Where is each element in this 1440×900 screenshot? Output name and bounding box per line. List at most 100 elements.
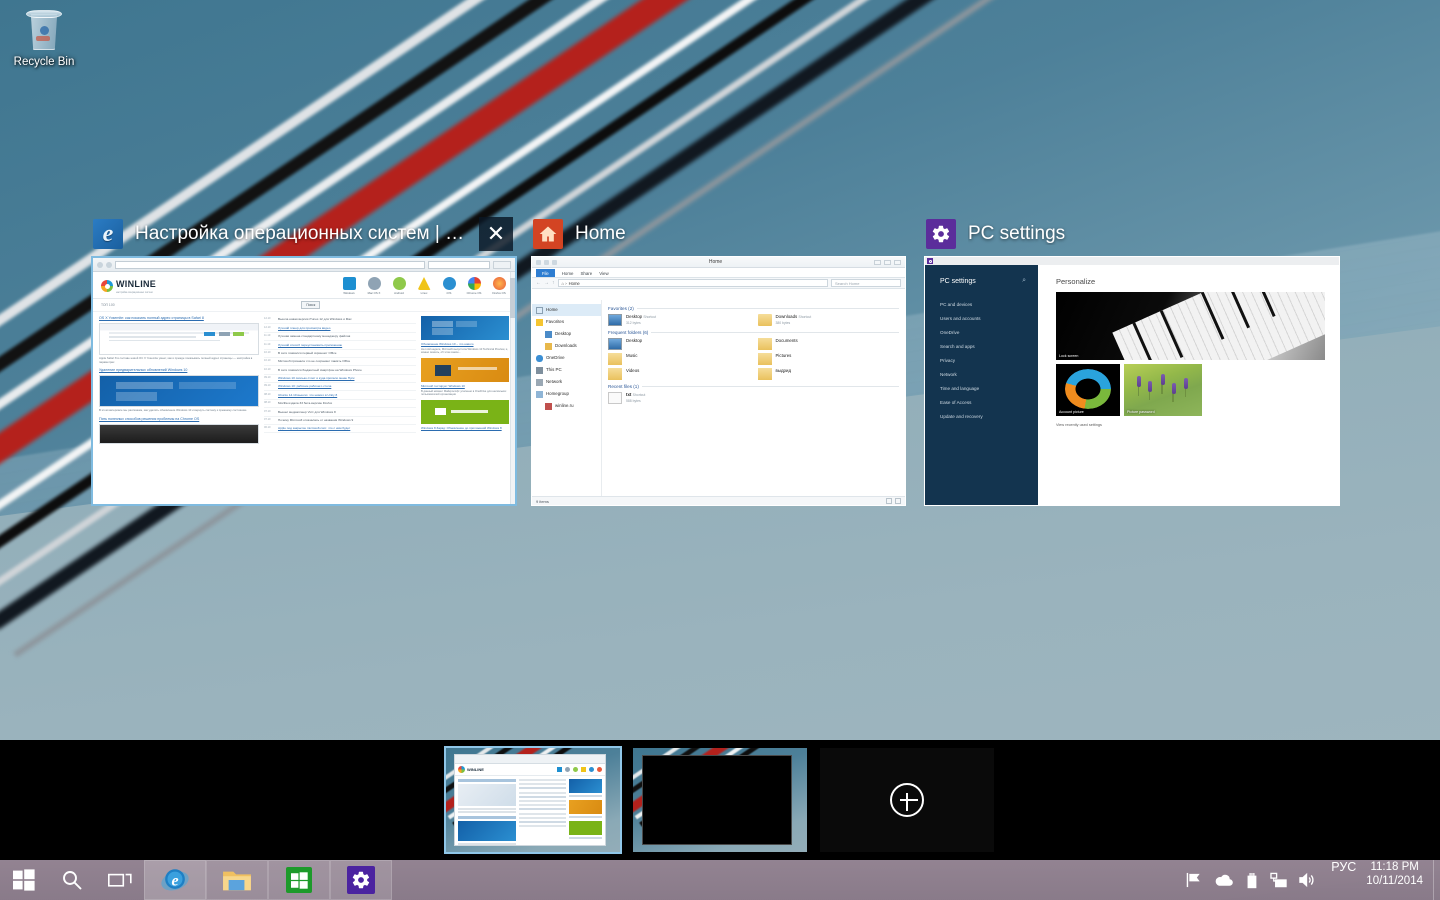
- ie-address-bar[interactable]: [115, 260, 425, 269]
- nav-item-winline[interactable]: winline.ru: [536, 400, 601, 412]
- news-item[interactable]: 10.10 Microsoft признала что не сохраняе…: [264, 358, 416, 367]
- language-indicator[interactable]: РУС: [1325, 860, 1362, 900]
- news-item[interactable]: 10.10 В сети появился первый скриншот Of…: [264, 350, 416, 358]
- os-nav-item[interactable]: iOS: [441, 277, 457, 295]
- sidebar-link[interactable]: Microsoft тестирует Windows 10: [421, 384, 509, 388]
- back-icon[interactable]: ←: [536, 280, 541, 286]
- article-title[interactable]: Пять полезных способов решения проблемы …: [99, 417, 259, 422]
- settings-item-search-and-apps[interactable]: Search and apps: [940, 340, 1038, 354]
- tile-account-picture[interactable]: Account picture: [1056, 364, 1120, 416]
- large-icons-view-icon[interactable]: [895, 498, 901, 504]
- news-item[interactable]: 12.10 Лучший плеер для просмотра видео: [264, 324, 416, 333]
- window-buttons[interactable]: [874, 259, 901, 265]
- settings-item-time-and-language[interactable]: Time and language: [940, 382, 1038, 396]
- taskbar-app-file-explorer[interactable]: [206, 860, 268, 900]
- search-icon[interactable]: ⌕: [1022, 277, 1026, 285]
- onedrive-cloud-icon[interactable]: [1214, 873, 1234, 887]
- quick-access-toolbar[interactable]: [536, 259, 557, 265]
- news-item[interactable]: 11.10 Лучшая замена стандартному менедже…: [264, 333, 416, 342]
- nav-item-onedrive[interactable]: OneDrive: [536, 352, 601, 364]
- file-item[interactable]: txt Shortcut 588 bytes: [608, 392, 750, 404]
- article-title[interactable]: Удаление предварительных обновлений Wind…: [99, 368, 259, 373]
- ie-window-thumbnail[interactable]: WINLINE настройка операционных систем Wi…: [91, 256, 517, 506]
- article-title[interactable]: OS X Yosemite: как показать полный адрес…: [99, 316, 259, 321]
- breadcrumb[interactable]: ⌂ › Home: [557, 279, 828, 287]
- task-view-card-file-explorer[interactable]: Home Home File Home Share View ← → ↑ ⌂ ›…: [531, 212, 906, 506]
- ie-search-bar[interactable]: [428, 260, 490, 269]
- news-item[interactable]: 12.10 Вышла новая версия iTunes 12 для W…: [264, 316, 416, 325]
- ribbon-tab-file[interactable]: File: [536, 269, 555, 277]
- news-item[interactable]: 11.10 Лучший способ переустановить прило…: [264, 341, 416, 350]
- virtual-desktop-2[interactable]: [633, 748, 807, 852]
- settings-item-privacy[interactable]: Privacy: [940, 354, 1038, 368]
- nav-item-homegroup[interactable]: Homegroup: [536, 388, 601, 400]
- search-button[interactable]: Поиск: [301, 301, 321, 309]
- nav-item-network[interactable]: Network: [536, 376, 601, 388]
- tile-picture-password[interactable]: Picture password: [1124, 364, 1202, 416]
- task-view-card-pc-settings[interactable]: PC settings PC settings ⌕ PC and devices…: [924, 212, 1340, 506]
- os-nav-item[interactable]: Mac OS X: [366, 277, 382, 295]
- os-nav-item[interactable]: Linux: [416, 277, 432, 295]
- nav-item-downloads[interactable]: Downloads: [536, 340, 601, 352]
- taskbar-app-internet-explorer[interactable]: e: [144, 860, 206, 900]
- close-button[interactable]: [894, 259, 901, 265]
- search-button[interactable]: [48, 860, 96, 900]
- settings-item-onedrive[interactable]: OneDrive: [940, 326, 1038, 340]
- task-view-button[interactable]: [96, 860, 144, 900]
- os-nav-item[interactable]: Android: [391, 277, 407, 295]
- news-item[interactable]: 06.10 Apple под закрытие microsoft.com: …: [264, 425, 416, 434]
- winline-logo[interactable]: WINLINE настройка операционных систем: [101, 279, 156, 294]
- task-view-card-internet-explorer[interactable]: e Настройка операционных систем | WINLIN…: [91, 212, 517, 506]
- ribbon-tab-home[interactable]: Home: [562, 271, 574, 278]
- file-item[interactable]: Documents: [757, 338, 900, 350]
- settings-item-users-and-accounts[interactable]: Users and accounts: [940, 312, 1038, 326]
- sidebar-link[interactable]: Обновление Windows 10 – что нового: [421, 342, 509, 346]
- file-item[interactable]: Desktop: [608, 338, 750, 350]
- os-nav-item[interactable]: Windows: [341, 277, 357, 295]
- network-icon[interactable]: [1270, 872, 1287, 888]
- add-virtual-desktop-button[interactable]: [820, 748, 994, 852]
- action-center-flag-icon[interactable]: [1186, 872, 1203, 888]
- up-icon[interactable]: ↑: [552, 280, 555, 286]
- maximize-button[interactable]: [884, 259, 891, 265]
- file-item[interactable]: выдрид: [757, 368, 900, 380]
- details-view-icon[interactable]: [886, 498, 892, 504]
- forward-icon[interactable]: →: [544, 280, 549, 286]
- file-item[interactable]: Desktop Shortcut 312 bytes: [608, 314, 750, 326]
- explorer-window-thumbnail[interactable]: Home File Home Share View ← → ↑ ⌂ › Home…: [531, 256, 906, 506]
- tile-lock-screen[interactable]: Lock screen: [1056, 292, 1325, 360]
- clock[interactable]: 11:18 PM 10/11/2014: [1362, 860, 1433, 900]
- os-nav-item[interactable]: Chrome OS: [466, 277, 482, 295]
- search-input[interactable]: Search Home: [831, 279, 901, 287]
- news-item[interactable]: 10.10 В сети появился бюджетный смартфон…: [264, 366, 416, 375]
- close-icon[interactable]: ✕: [479, 217, 513, 251]
- news-item[interactable]: 08.10 Mozilla издала 33 бета-версию Fire…: [264, 400, 416, 409]
- nav-item-this-pc[interactable]: This PC: [536, 364, 601, 376]
- recently-used-settings-link[interactable]: View recently used settings: [1056, 423, 1325, 427]
- os-nav-item[interactable]: Firefox OS: [491, 277, 507, 295]
- news-item[interactable]: 09.10 Windows 10 сколько стоит и куда пр…: [264, 375, 416, 383]
- nav-item-home[interactable]: Home: [532, 304, 601, 316]
- settings-item-pc-and-devices[interactable]: PC and devices: [940, 298, 1038, 312]
- volume-icon[interactable]: [1298, 872, 1316, 888]
- news-item[interactable]: 07.10 Почему Microsoft отказалась от наз…: [264, 417, 416, 425]
- battery-icon[interactable]: [1244, 872, 1259, 889]
- nav-item-favorites[interactable]: Favorites: [536, 316, 601, 328]
- news-item[interactable]: 08.10 Ubuntu 14.10 вышло: что нового в U…: [264, 391, 416, 400]
- file-item[interactable]: Videos: [608, 368, 750, 380]
- news-item[interactable]: 09.10 Windows 10: рабочие рабочего стола: [264, 383, 416, 392]
- settings-item-network[interactable]: Network: [940, 368, 1038, 382]
- pc-settings-window-thumbnail[interactable]: PC settings ⌕ PC and devices Users and a…: [924, 256, 1340, 506]
- taskbar-app-store[interactable]: [268, 860, 330, 900]
- minimize-button[interactable]: [874, 259, 881, 265]
- ie-scrollbar-thumb[interactable]: [510, 278, 515, 318]
- virtual-desktop-1[interactable]: WINLINE: [444, 746, 622, 854]
- show-desktop-button[interactable]: [1433, 860, 1440, 900]
- settings-item-update-and-recovery[interactable]: Update and recovery: [940, 410, 1038, 424]
- settings-item-ease-of-access[interactable]: Ease of Access: [940, 396, 1038, 410]
- recycle-bin-icon[interactable]: Recycle Bin: [8, 8, 80, 69]
- ie-tab[interactable]: [493, 260, 511, 269]
- ribbon-tab-view[interactable]: View: [599, 271, 608, 278]
- sidebar-link[interactable]: Windows 8 Заряд: Обновление до приложени…: [421, 426, 509, 430]
- nav-item-desktop[interactable]: Desktop: [536, 328, 601, 340]
